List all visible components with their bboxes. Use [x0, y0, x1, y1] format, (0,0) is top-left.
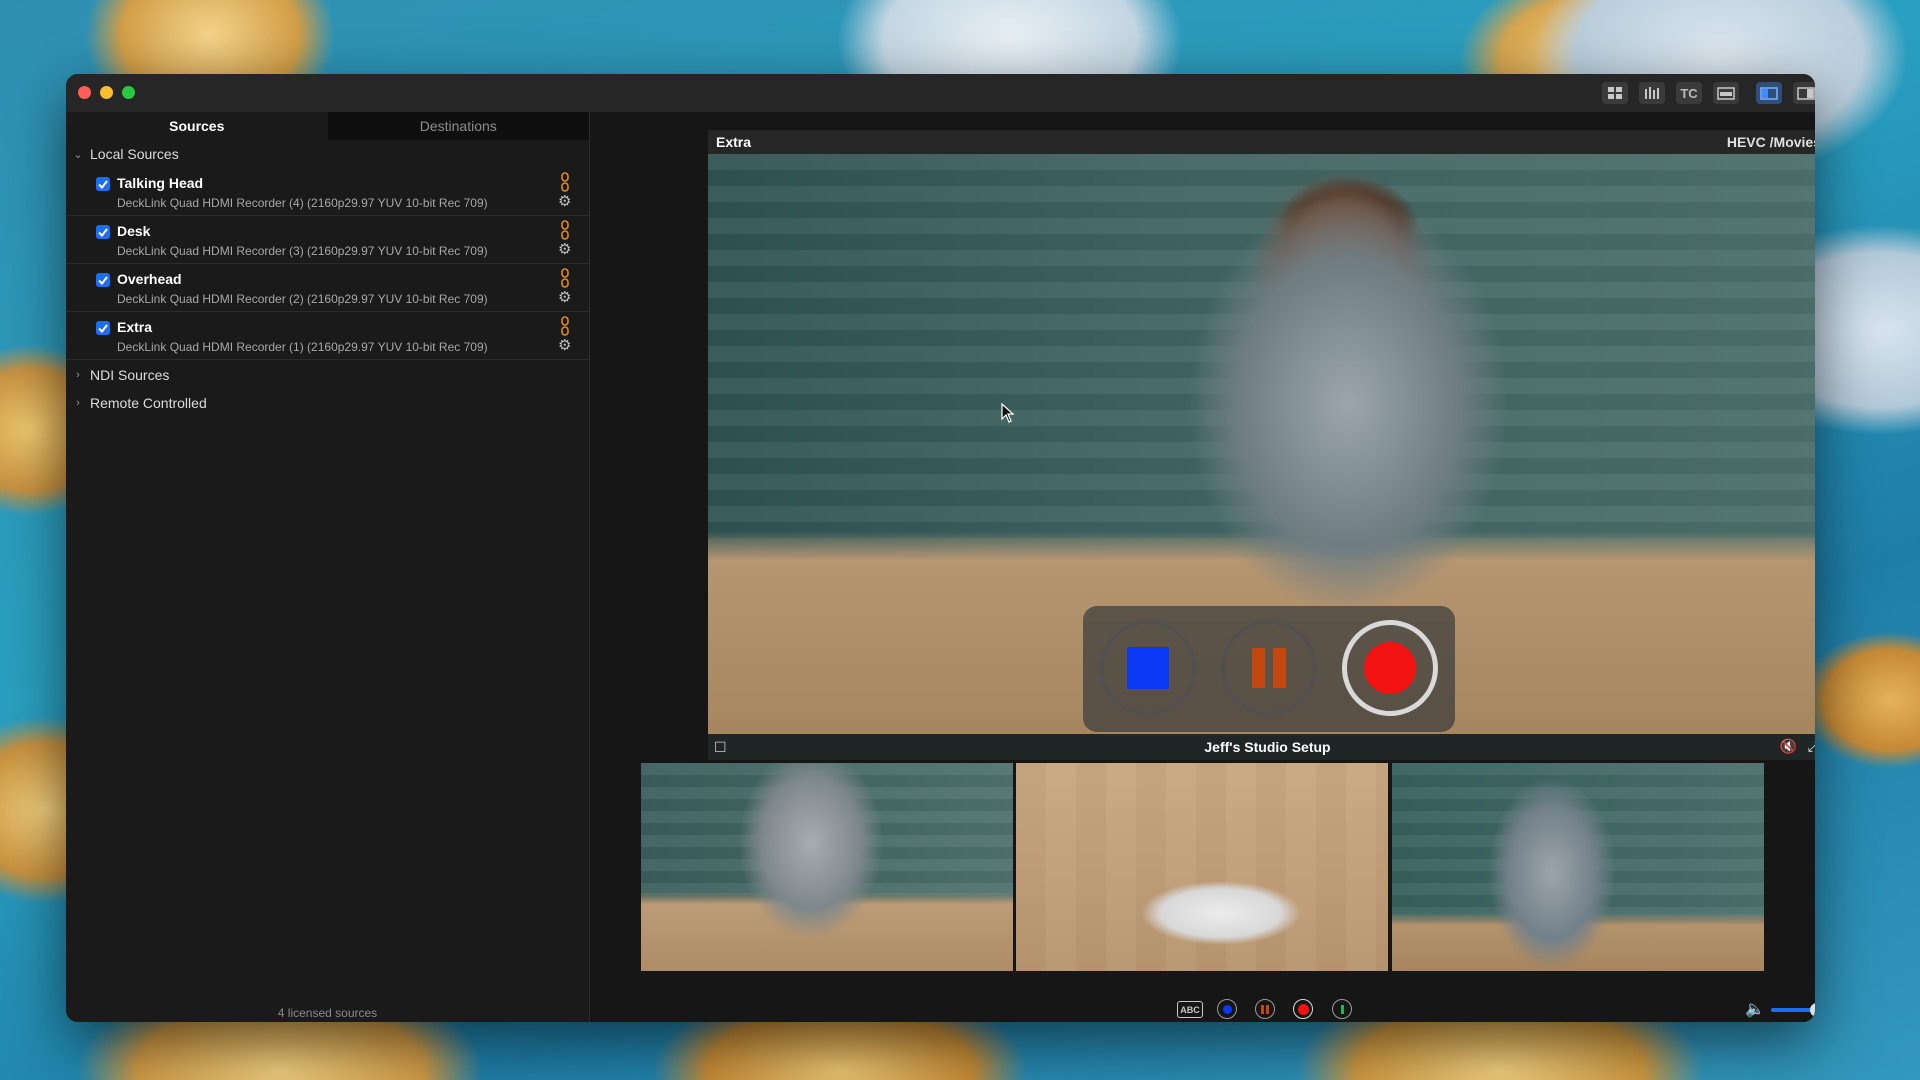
layout-right-icon[interactable]	[1793, 82, 1815, 104]
record-small-button[interactable]	[1293, 999, 1313, 1019]
source-checkbox[interactable]	[96, 177, 110, 191]
stop-small-button[interactable]	[1217, 999, 1237, 1019]
source-device: DeckLink Quad HDMI Recorder (3) (2160p29…	[117, 244, 488, 258]
chevron-right-icon: ›	[76, 397, 80, 409]
audio-meters-icon[interactable]	[1639, 82, 1665, 104]
volume-knob[interactable]	[1809, 1003, 1815, 1017]
gear-icon[interactable]: ⚙	[558, 242, 571, 257]
group-ndi-sources[interactable]: › NDI Sources	[66, 363, 169, 387]
pause-button[interactable]	[1221, 620, 1317, 716]
viewer-footer: ☐ Jeff's Studio Setup 🔇 ⤢	[708, 734, 1815, 760]
tab-sources[interactable]: Sources	[66, 112, 328, 140]
thumbnail-overhead[interactable]	[1392, 763, 1764, 971]
source-checkbox[interactable]	[96, 321, 110, 335]
gear-icon[interactable]: ⚙	[558, 290, 571, 305]
grid-view-icon[interactable]	[1602, 82, 1628, 104]
zoom-window-button[interactable]	[122, 86, 135, 99]
group-label: Remote Controlled	[90, 395, 207, 411]
bottom-toolbar: ABC 🔈 🔊	[590, 997, 1815, 1022]
studio-caption: Jeff's Studio Setup	[1204, 739, 1331, 755]
source-device: DeckLink Quad HDMI Recorder (4) (2160p29…	[117, 196, 488, 210]
source-row-overhead[interactable]: Overhead DeckLink Quad HDMI Recorder (2)…	[66, 264, 589, 312]
stop-button[interactable]	[1100, 620, 1196, 716]
viewer-destination: HEVC /Movies	[1726, 134, 1815, 150]
source-checkbox[interactable]	[96, 225, 110, 239]
title-bar: TC	[66, 74, 1815, 112]
chevron-right-icon: ›	[76, 369, 80, 381]
group-label: Local Sources	[90, 146, 179, 162]
close-window-button[interactable]	[78, 86, 91, 99]
layout-left-icon[interactable]	[1756, 82, 1782, 104]
gear-icon[interactable]: ⚙	[558, 338, 571, 353]
source-row-talking-head[interactable]: Talking Head DeckLink Quad HDMI Recorder…	[66, 168, 589, 216]
minimize-window-button[interactable]	[100, 86, 113, 99]
source-device: DeckLink Quad HDMI Recorder (1) (2160p29…	[117, 340, 488, 354]
pause-small-button[interactable]	[1255, 999, 1275, 1019]
source-name: Extra	[117, 319, 153, 335]
pause-icon	[1252, 648, 1265, 688]
licensed-sources-count: 4 licensed sources	[277, 1006, 378, 1020]
source-row-extra[interactable]: Extra DeckLink Quad HDMI Recorder (1) (2…	[66, 312, 589, 360]
source-row-desk[interactable]: Desk DeckLink Quad HDMI Recorder (3) (21…	[66, 216, 589, 264]
sources-sidebar: Sources Destinations ⌄ Local Sources Tal…	[66, 112, 590, 1022]
volume-low-icon: 🔈	[1745, 1001, 1765, 1018]
volume-fill	[1771, 1008, 1815, 1012]
group-local-sources[interactable]: ⌄ Local Sources	[66, 142, 179, 166]
caption-abc-button[interactable]: ABC	[1177, 1001, 1203, 1018]
source-name: Talking Head	[117, 175, 204, 191]
thumbnail-talking-head[interactable]	[641, 763, 1013, 971]
gear-icon[interactable]: ⚙	[558, 194, 571, 209]
record-icon	[1364, 642, 1416, 694]
transport-controls	[1083, 606, 1455, 732]
viewer-source-title: Extra	[716, 134, 752, 150]
timer-small-button[interactable]	[1332, 999, 1352, 1019]
tab-destinations[interactable]: Destinations	[327, 112, 589, 140]
main-viewer[interactable]: Extra HEVC /Movies ☐ Jeff's Studio Setup	[708, 130, 1815, 760]
chevron-down-icon: ⌄	[73, 148, 83, 161]
mouse-cursor-icon	[1001, 403, 1015, 423]
single-view-icon[interactable]	[1713, 82, 1739, 104]
timecode-button[interactable]: TC	[1676, 82, 1702, 104]
group-label: NDI Sources	[90, 367, 170, 383]
pause-icon-bar	[1273, 648, 1286, 688]
volume-slider[interactable]	[1771, 1003, 1815, 1017]
sidebar-tabs: Sources Destinations	[66, 112, 589, 140]
record-button[interactable]	[1342, 620, 1438, 716]
source-name: Overhead	[117, 271, 182, 287]
source-name: Desk	[117, 223, 151, 239]
viewer-header: Extra HEVC /Movies	[708, 130, 1815, 154]
source-checkbox[interactable]	[96, 273, 110, 287]
fullscreen-icon[interactable]: ⤢	[1808, 738, 1815, 755]
group-remote-controlled[interactable]: › Remote Controlled	[66, 391, 207, 415]
app-window: TC Sources Destinations ⌄ Local Sources …	[66, 74, 1815, 1022]
stop-icon	[1127, 647, 1169, 689]
source-device: DeckLink Quad HDMI Recorder (2) (2160p29…	[117, 292, 488, 306]
thumbnail-desk[interactable]	[1016, 763, 1388, 971]
mute-icon[interactable]: 🔇	[1780, 738, 1797, 755]
